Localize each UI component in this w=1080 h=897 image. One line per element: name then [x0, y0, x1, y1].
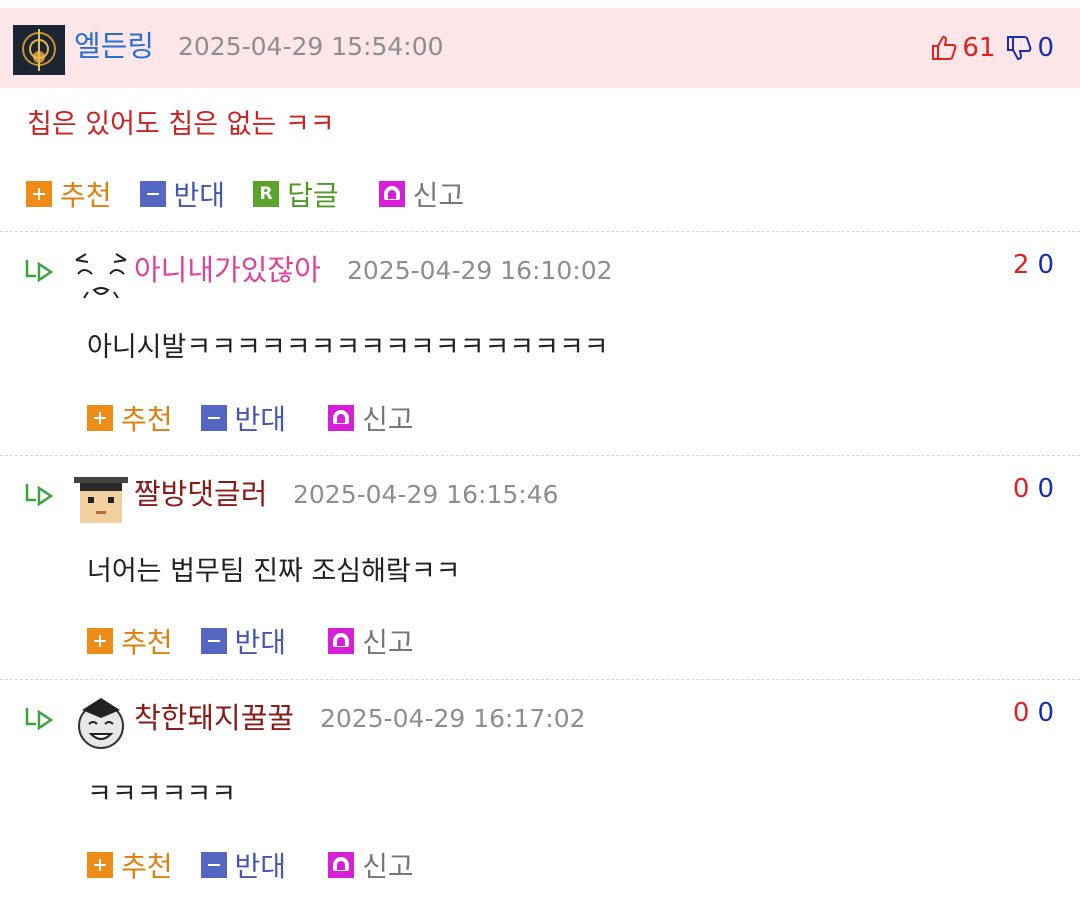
downvote-count: 0 [1037, 33, 1054, 63]
reply-arrow-icon [25, 708, 54, 730]
report-button[interactable]: 신고 [328, 845, 414, 885]
plus-icon [26, 181, 52, 207]
vote-counts: 61 0 [930, 32, 1054, 64]
downvote-count: 0 [1037, 474, 1054, 504]
report-button[interactable]: 신고 [378, 174, 465, 214]
oppose-button[interactable]: 반대 [200, 621, 287, 661]
reply-button[interactable]: R 답글 [253, 174, 339, 214]
cartoon-face-icon [75, 253, 127, 299]
vote-counts: 0 0 [1013, 473, 1054, 505]
comment-actions: 추천 반대 R 답글 신고 [26, 176, 464, 212]
recommend-button[interactable]: 추천 [26, 174, 112, 214]
comment-text: 아니시발ㅋㅋㅋㅋㅋㅋㅋㅋㅋㅋㅋㅋㅋㅋㅋㅋㅋ [87, 332, 609, 363]
vote-counts: 0 0 [1013, 697, 1054, 729]
comment-text: 너어는 법무팀 진짜 조심해랔ㅋㅋ [87, 556, 461, 587]
comment-text: ㅋㅋㅋㅋㅋㅋ [87, 779, 237, 810]
siren-icon [328, 852, 355, 878]
upvote-count: 2 [1012, 250, 1030, 280]
siren-icon [328, 628, 355, 654]
oppose-label: 반대 [234, 850, 287, 883]
reply-arrow-icon [25, 484, 54, 506]
comment-date: 2025-04-29 16:17:02 [320, 704, 586, 733]
recommend-button[interactable]: 추천 [87, 621, 173, 661]
siren-icon [328, 405, 355, 431]
minus-icon [139, 181, 166, 207]
recommend-label: 추천 [60, 179, 112, 212]
recommend-button[interactable]: 추천 [87, 398, 173, 438]
recommend-label: 추천 [121, 850, 173, 883]
oppose-label: 반대 [234, 403, 287, 436]
comment-nickname[interactable]: 짤방댓글러 [134, 477, 267, 511]
oppose-button[interactable]: 반대 [200, 398, 287, 438]
upvote-count: 0 [1012, 474, 1030, 504]
thumbs-up-icon[interactable] [930, 34, 958, 62]
recommend-label: 추천 [121, 626, 173, 659]
comment-nickname[interactable]: 아니내가있잖아 [134, 253, 321, 287]
avatar[interactable] [13, 25, 65, 75]
downvote-count: 0 [1037, 250, 1054, 280]
plus-icon [87, 852, 113, 878]
comment-actions: 추천 반대 신고 [87, 400, 414, 436]
comment-actions: 추천 반대 신고 [87, 623, 414, 659]
upvote-count: 61 [962, 33, 996, 63]
comment-actions: 추천 반대 신고 [87, 847, 414, 883]
oppose-button[interactable]: 반대 [139, 174, 226, 214]
report-label: 신고 [362, 403, 414, 436]
oppose-button[interactable]: 반대 [200, 845, 287, 885]
comment-date: 2025-04-29 15:54:00 [178, 32, 444, 61]
oppose-label: 반대 [234, 626, 287, 659]
pixel-character-icon [74, 477, 128, 523]
report-button[interactable]: 신고 [328, 398, 414, 438]
reply-item: 짤방댓글러 2025-04-29 16:15:46 0 0 너어는 법무팀 진짜… [0, 456, 1080, 678]
comment-date: 2025-04-29 16:15:46 [293, 480, 559, 509]
avatar[interactable] [74, 471, 128, 525]
avatar[interactable] [72, 248, 130, 300]
report-label: 신고 [362, 850, 414, 883]
comment-nickname[interactable]: 착한돼지꿀꿀 [134, 701, 294, 735]
avatar[interactable] [74, 694, 128, 750]
recommend-label: 추천 [121, 403, 173, 436]
recommend-button[interactable]: 추천 [87, 845, 173, 885]
reply-r-icon: R [253, 181, 280, 207]
smiling-face-icon [78, 698, 124, 749]
plus-icon [87, 628, 113, 654]
thumbs-down-icon[interactable] [1005, 34, 1033, 62]
comment-nickname[interactable]: 엘든링 [74, 29, 154, 63]
vote-counts: 2 0 [1013, 249, 1054, 281]
comment-header: 엘든링 2025-04-29 15:54:00 61 0 [0, 8, 1080, 88]
reply-label: 답글 [287, 179, 339, 212]
report-button[interactable]: 신고 [328, 621, 414, 661]
comment-text: 칩은 있어도 칩은 없는 ㅋㅋ [27, 109, 335, 140]
minus-icon [200, 405, 227, 431]
comment-item: 엘든링 2025-04-29 15:54:00 61 0 칩은 있어도 칩은 없… [0, 0, 1080, 230]
plus-icon [87, 405, 113, 431]
minus-icon [200, 628, 227, 654]
reply-arrow-icon [25, 260, 54, 282]
reply-item: 아니내가있잖아 2025-04-29 16:10:02 2 0 아니시발ㅋㅋㅋㅋ… [0, 232, 1080, 454]
elden-ring-logo-icon [13, 25, 65, 75]
downvote-count: 0 [1037, 698, 1054, 728]
siren-icon [378, 181, 405, 207]
report-label: 신고 [362, 626, 414, 659]
upvote-count: 0 [1012, 698, 1030, 728]
oppose-label: 반대 [173, 179, 226, 212]
report-label: 신고 [412, 179, 465, 212]
minus-icon [200, 852, 227, 878]
comment-date: 2025-04-29 16:10:02 [347, 256, 613, 285]
reply-item: 착한돼지꿀꿀 2025-04-29 16:17:02 0 0 ㅋㅋㅋㅋㅋㅋ 추천… [0, 680, 1080, 897]
